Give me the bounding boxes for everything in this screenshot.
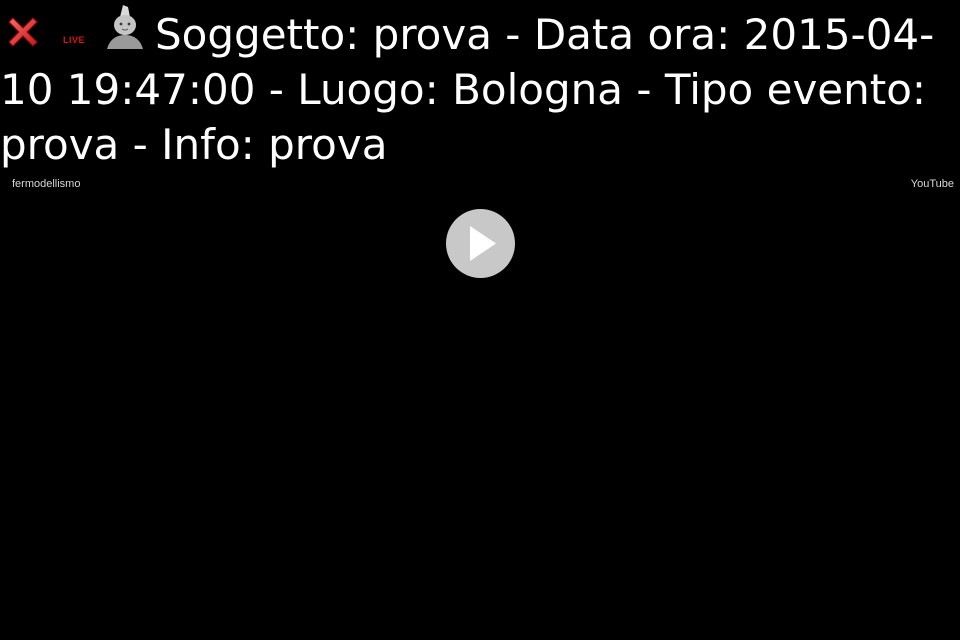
- video-page: LIVE Soggetto: prova - Data ora: 2015-04…: [0, 0, 960, 640]
- close-button[interactable]: [3, 10, 43, 50]
- avatar-icon: [107, 5, 144, 49]
- play-icon[interactable]: [446, 209, 515, 278]
- youtube-label[interactable]: YouTube: [911, 178, 954, 190]
- play-button[interactable]: [446, 209, 515, 278]
- event-header: LIVE Soggetto: prova - Data ora: 2015-04…: [0, 0, 950, 172]
- channel-name[interactable]: fermodellismo: [12, 178, 80, 190]
- avatar: [101, 3, 149, 51]
- close-icon[interactable]: [3, 12, 43, 52]
- live-badge: LIVE: [63, 35, 86, 45]
